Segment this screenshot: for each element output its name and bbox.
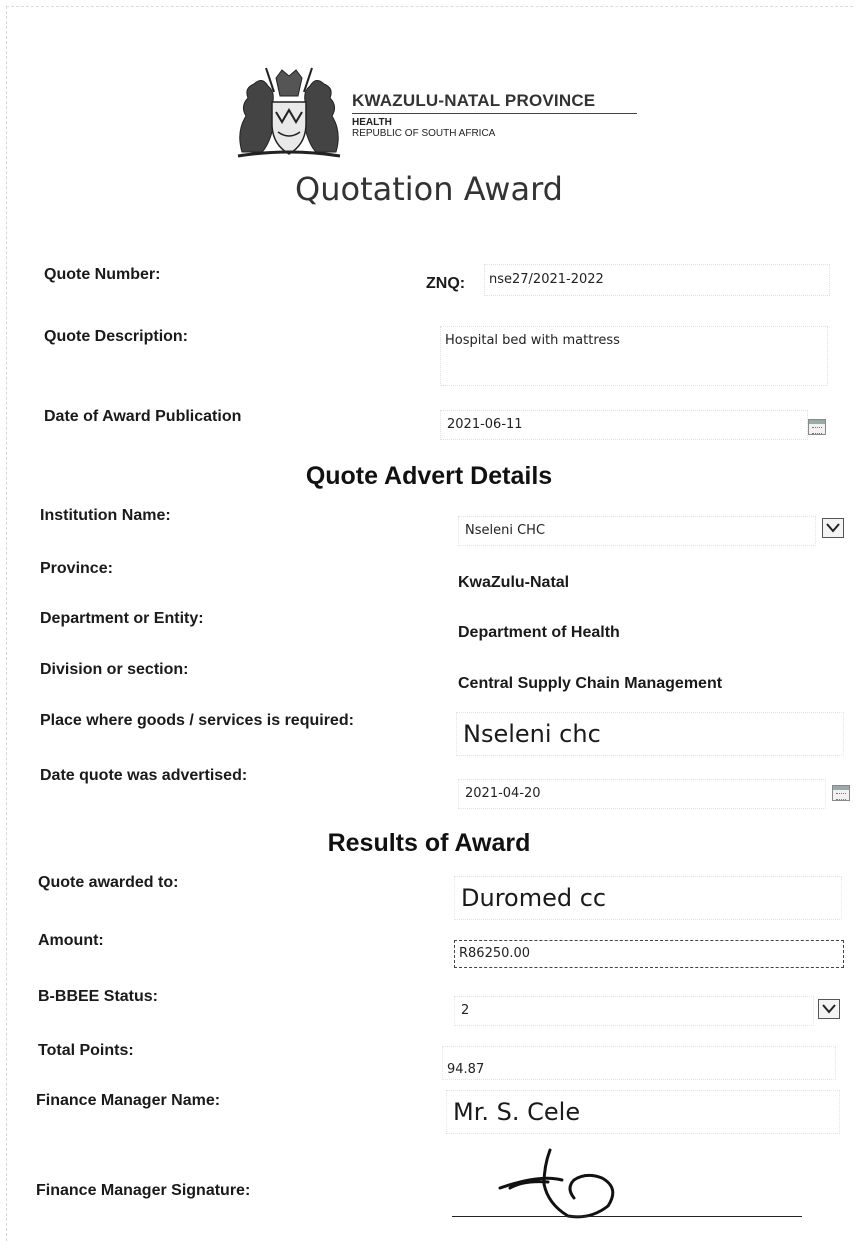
province-label: Province:	[40, 560, 113, 577]
finance-manager-label: Finance Manager Name:	[36, 1092, 221, 1109]
quote-description-field[interactable]: Hospital bed with mattress	[440, 326, 828, 386]
province-title: KWAZULU-NATAL PROVINCE	[352, 91, 596, 110]
section-title-results: Results of Award	[327, 829, 531, 857]
amount-label: Amount:	[38, 932, 104, 949]
total-points-field[interactable]: 94.87	[442, 1046, 836, 1080]
institution-select[interactable]: Nseleni CHC	[458, 516, 816, 546]
total-points-value: 94.87	[447, 1062, 485, 1077]
department-name: HEALTH	[352, 117, 392, 128]
quote-number-field[interactable]: nse27/2021-2022	[484, 264, 830, 296]
page-title: Quotation Award	[295, 170, 563, 208]
awarded-to-value: Duromed cc	[461, 884, 607, 912]
place-field[interactable]: Nseleni chc	[456, 712, 844, 756]
finance-manager-field[interactable]: Mr. S. Cele	[446, 1090, 840, 1134]
bbbee-select[interactable]: 2	[454, 996, 814, 1026]
coat-of-arms-icon	[237, 67, 341, 158]
awarded-to-label: Quote awarded to:	[38, 874, 179, 891]
calendar-icon[interactable]	[808, 419, 826, 435]
amount-field[interactable]: R86250.00	[454, 940, 844, 968]
total-points-label: Total Points:	[38, 1042, 134, 1059]
header-divider	[352, 113, 637, 114]
award-date-label: Date of Award Publication	[44, 408, 242, 425]
quote-description-label: Quote Description:	[44, 328, 189, 345]
advertised-date-value: 2021-04-20	[465, 786, 541, 801]
department-label: Department or Entity:	[40, 610, 204, 627]
amount-value: R86250.00	[459, 946, 531, 961]
division-value: Central Supply Chain Management	[458, 675, 723, 692]
chevron-down-icon	[822, 1004, 836, 1014]
finance-manager-value: Mr. S. Cele	[453, 1098, 581, 1126]
province-value: KwaZulu-Natal	[458, 574, 570, 591]
institution-value: Nseleni CHC	[465, 523, 546, 538]
institution-label: Institution Name:	[40, 507, 171, 524]
award-date-field[interactable]: 2021-06-11	[440, 410, 808, 440]
advertised-date-label: Date quote was advertised:	[40, 767, 248, 784]
division-label: Division or section:	[40, 661, 189, 678]
institution-dropdown-button[interactable]	[822, 518, 844, 538]
bbbee-dropdown-button[interactable]	[818, 999, 840, 1019]
signature-label: Finance Manager Signature:	[36, 1182, 251, 1199]
place-value: Nseleni chc	[463, 720, 601, 748]
quote-number-value: nse27/2021-2022	[489, 272, 604, 287]
department-value: Department of Health	[458, 624, 620, 641]
signature-image	[498, 1148, 615, 1219]
bbbee-label: B-BBEE Status:	[38, 988, 159, 1005]
quote-number-label: Quote Number:	[44, 266, 161, 283]
place-label: Place where goods / services is required…	[40, 712, 354, 729]
section-title-advert: Quote Advert Details	[305, 462, 553, 490]
calendar-icon[interactable]	[832, 785, 850, 801]
bbbee-value: 2	[461, 1003, 470, 1018]
advertised-date-field[interactable]: 2021-04-20	[458, 779, 826, 809]
quote-number-prefix: ZNQ:	[426, 275, 466, 292]
chevron-down-icon	[826, 523, 840, 533]
quote-description-value: Hospital bed with mattress	[445, 333, 620, 348]
award-date-value: 2021-06-11	[447, 417, 523, 432]
signature-line	[452, 1216, 802, 1217]
country-name: REPUBLIC OF SOUTH AFRICA	[352, 128, 496, 139]
awarded-to-field[interactable]: Duromed cc	[454, 876, 842, 920]
